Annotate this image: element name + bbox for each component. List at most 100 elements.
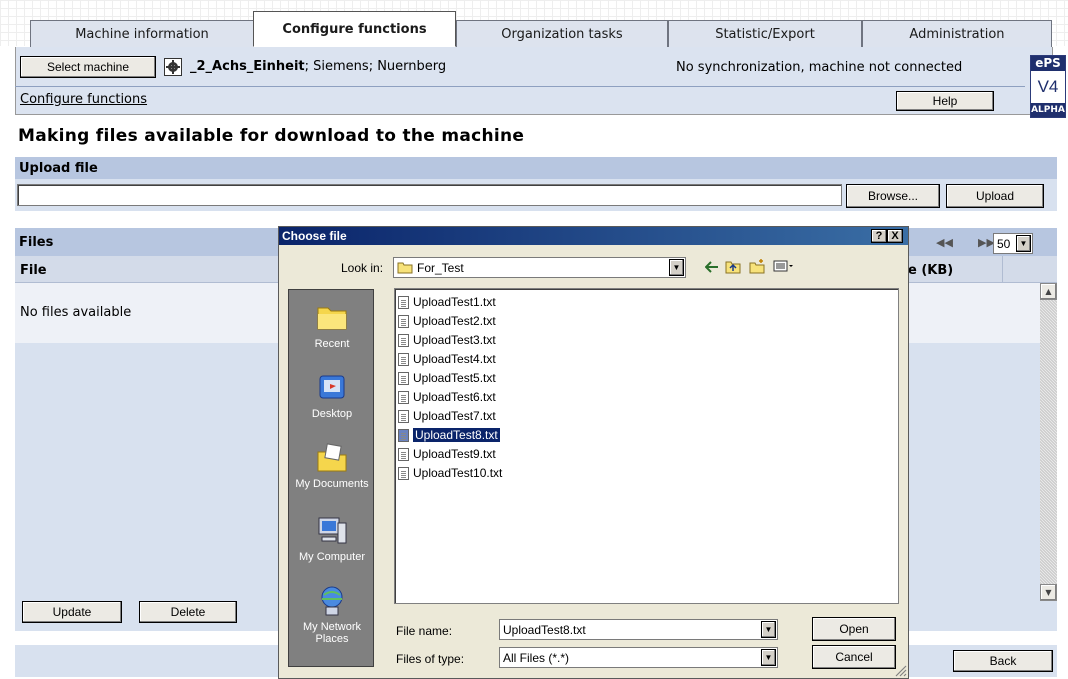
dialog-help-button[interactable]: ?: [871, 229, 887, 243]
button-label: Update: [52, 605, 92, 619]
chevron-down-icon: ▼: [761, 621, 776, 638]
text-file-icon: [398, 314, 409, 328]
col-file-header: File: [20, 263, 47, 278]
folder-icon: [397, 262, 413, 274]
browse-button[interactable]: Browse...: [846, 184, 940, 208]
place-label: Recent: [314, 338, 350, 350]
file-item[interactable]: UploadTest4.txt: [398, 351, 496, 367]
tab-organization-tasks[interactable]: Organization tasks: [456, 20, 668, 47]
file-name: UploadTest5.txt: [413, 371, 496, 385]
chevron-down-icon: ▼: [1016, 235, 1031, 252]
tab-label: Organization tasks: [501, 26, 623, 42]
text-file-icon: [398, 371, 409, 385]
button-label: Upload: [975, 189, 1015, 203]
up-folder-icon[interactable]: [725, 259, 741, 274]
file-name: UploadTest2.txt: [413, 314, 496, 328]
file-name-label: File name:: [396, 624, 453, 638]
page-title: Making files available for download to t…: [18, 126, 525, 146]
my-documents-icon: [317, 443, 347, 472]
button-label: Open: [839, 622, 869, 636]
new-folder-icon[interactable]: [749, 258, 766, 274]
dialog-close-button[interactable]: X: [887, 229, 903, 243]
file-item[interactable]: UploadTest5.txt: [398, 370, 496, 386]
upload-heading: Upload file: [15, 157, 1057, 179]
choose-file-dialog: Choose file ? X Look in: For_Test ▼ Rece…: [278, 226, 909, 679]
empty-message: No files available: [20, 305, 132, 320]
cancel-button[interactable]: Cancel: [812, 645, 896, 669]
my-computer-icon: [318, 517, 347, 544]
look-in-select[interactable]: For_Test ▼: [393, 257, 686, 278]
select-machine-button[interactable]: Select machine: [20, 56, 156, 78]
place-my-documents[interactable]: My Documents: [289, 442, 375, 490]
delete-button[interactable]: Delete: [139, 601, 237, 623]
logo-line1: ePS: [1031, 56, 1065, 71]
files-scrollbar[interactable]: ▲ ▼: [1040, 283, 1057, 601]
page-size-value: 50: [997, 236, 1011, 251]
update-button[interactable]: Update: [22, 601, 122, 623]
file-item[interactable]: UploadTest6.txt: [398, 389, 496, 405]
chevron-down-icon: ▼: [669, 259, 684, 276]
back-arrow-icon[interactable]: [705, 261, 719, 273]
back-button[interactable]: Back: [953, 650, 1053, 672]
help-button[interactable]: Help: [896, 91, 994, 111]
logo-line2: V4: [1037, 77, 1059, 96]
button-label: Help: [932, 94, 958, 108]
place-label: My Computer: [298, 551, 366, 563]
recent-folder-icon: [317, 307, 347, 330]
first-page-icon[interactable]: ◀◀: [936, 236, 953, 249]
heading-text: Files: [19, 234, 54, 250]
button-label: Back: [989, 654, 1017, 668]
place-my-computer[interactable]: My Computer: [289, 515, 375, 563]
scroll-down-icon[interactable]: ▼: [1040, 584, 1057, 601]
file-item[interactable]: UploadTest10.txt: [398, 465, 502, 481]
file-name: UploadTest4.txt: [413, 352, 496, 366]
tab-administration[interactable]: Administration: [862, 20, 1052, 47]
upload-path-input[interactable]: [17, 184, 842, 206]
tab-label: Machine information: [75, 26, 209, 42]
place-network[interactable]: My Network Places: [289, 585, 375, 645]
file-item[interactable]: UploadTest2.txt: [398, 313, 496, 329]
view-menu-icon[interactable]: [773, 260, 795, 272]
tab-statistic-export[interactable]: Statistic/Export: [668, 20, 862, 47]
button-label: Delete: [170, 605, 206, 619]
scroll-up-icon[interactable]: ▲: [1040, 283, 1057, 300]
file-type-select[interactable]: All Files (*.*) ▼: [499, 647, 778, 668]
text-file-icon: [398, 295, 409, 309]
open-button[interactable]: Open: [812, 617, 896, 641]
look-in-value: For_Test: [417, 260, 464, 275]
chevron-down-icon: ▼: [761, 649, 776, 666]
place-label: Desktop: [311, 408, 353, 420]
tab-machine-information[interactable]: Machine information: [30, 20, 254, 47]
file-item[interactable]: UploadTest7.txt: [398, 408, 496, 424]
file-type-value: All Files (*.*): [503, 650, 570, 665]
text-file-icon: [398, 352, 409, 366]
look-in-label: Look in:: [341, 261, 384, 275]
dialog-title: Choose file: [279, 227, 908, 245]
place-recent[interactable]: Recent: [289, 302, 375, 350]
breadcrumb[interactable]: Configure functions: [20, 92, 147, 107]
machine-name: _2_Achs_Einheit: [190, 59, 305, 74]
sync-status: No synchronization, machine not connecte…: [676, 60, 963, 75]
file-item[interactable]: UploadTest1.txt: [398, 294, 496, 310]
tab-configure-functions[interactable]: Configure functions: [253, 11, 456, 47]
file-item[interactable]: UploadTest3.txt: [398, 332, 496, 348]
file-name: UploadTest9.txt: [413, 447, 496, 461]
file-item-selected[interactable]: UploadTest8.txt: [398, 427, 501, 443]
place-label: My Network Places: [302, 621, 362, 645]
desktop-icon: [319, 375, 345, 399]
page-size-select[interactable]: 50 ▼: [993, 233, 1033, 254]
place-desktop[interactable]: Desktop: [289, 372, 375, 420]
text-file-icon: [398, 447, 409, 461]
text-file-icon: [398, 333, 409, 347]
file-name: UploadTest6.txt: [413, 390, 496, 404]
file-item[interactable]: UploadTest9.txt: [398, 446, 496, 462]
text-file-icon: [398, 466, 409, 480]
upload-button[interactable]: Upload: [946, 184, 1044, 208]
col-size-header: e (KB): [908, 263, 954, 278]
places-bar: Recent Desktop My Documents My Computer …: [288, 289, 374, 667]
resize-grip-icon[interactable]: [893, 663, 907, 677]
tab-label: Configure functions: [282, 21, 427, 37]
file-name-input[interactable]: UploadTest8.txt ▼: [499, 619, 778, 640]
button-label: Cancel: [835, 650, 873, 664]
button-label: X: [891, 230, 899, 242]
